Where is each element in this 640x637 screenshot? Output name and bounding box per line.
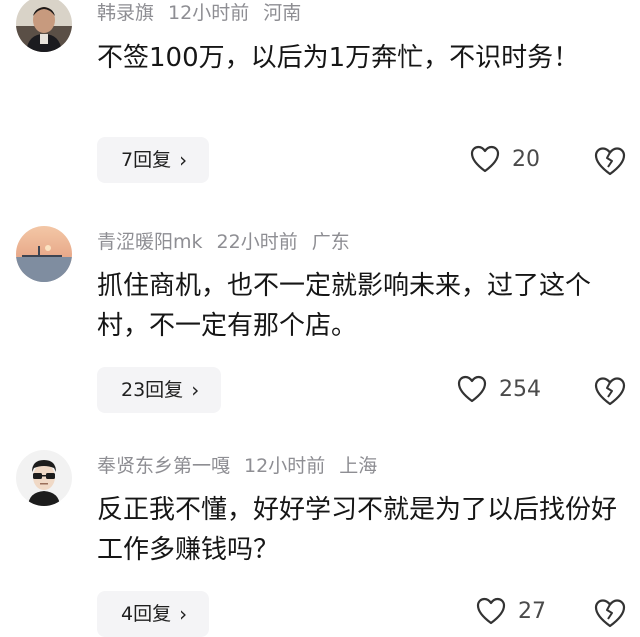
username[interactable]: 韩录旗 <box>97 2 154 24</box>
heart-outline-icon <box>457 375 487 403</box>
view-replies-button[interactable]: 4回复 › <box>97 591 210 637</box>
chevron-right-icon: › <box>191 378 200 402</box>
comment-text: 不签100万，以后为1万奔忙，不识时务！ <box>97 43 580 73</box>
like-count: 254 <box>499 376 541 402</box>
comment-text: 反正我不懂，好好学习不就是为了以后找份好工作多赚钱吗？ <box>97 495 618 565</box>
like-count: 20 <box>512 146 540 172</box>
like-button[interactable]: 27 <box>476 591 546 631</box>
replies-label: 23回复 <box>121 379 184 401</box>
chevron-right-icon: › <box>179 148 188 172</box>
like-button[interactable]: 254 <box>457 369 541 409</box>
view-replies-button[interactable]: 7回复 › <box>97 137 210 183</box>
comment-meta: 韩录旗 12小时前 河南 <box>97 0 315 26</box>
comment-text: 抓住商机，也不一定就影响未来，过了这个村，不一定有那个店。 <box>97 271 592 341</box>
view-replies-button[interactable]: 23回复 › <box>97 367 222 413</box>
timestamp: 22小时前 <box>216 231 298 253</box>
chevron-right-icon: › <box>179 602 188 626</box>
avatar[interactable] <box>16 0 72 52</box>
like-button[interactable]: 20 <box>470 139 540 179</box>
username[interactable]: 奉贤东乡第一嘎 <box>97 455 230 477</box>
location: 上海 <box>339 455 378 477</box>
replies-label: 7回复 <box>121 149 172 171</box>
broken-heart-icon[interactable] <box>594 375 626 407</box>
timestamp: 12小时前 <box>244 455 326 477</box>
broken-heart-icon[interactable] <box>594 145 626 177</box>
avatar[interactable] <box>16 226 72 282</box>
comment-meta: 奉贤东乡第一嘎 12小时前 上海 <box>97 453 391 479</box>
replies-label: 4回复 <box>121 603 172 625</box>
comment-meta: 青涩暖阳mk 22小时前 广东 <box>97 229 364 255</box>
timestamp: 12小时前 <box>168 2 250 24</box>
location: 广东 <box>311 231 350 253</box>
heart-outline-icon <box>476 597 506 625</box>
location: 河南 <box>263 2 302 24</box>
avatar[interactable] <box>16 450 72 506</box>
broken-heart-icon[interactable] <box>594 597 626 629</box>
username[interactable]: 青涩暖阳mk <box>97 231 203 253</box>
heart-outline-icon <box>470 145 500 173</box>
like-count: 27 <box>518 598 546 624</box>
